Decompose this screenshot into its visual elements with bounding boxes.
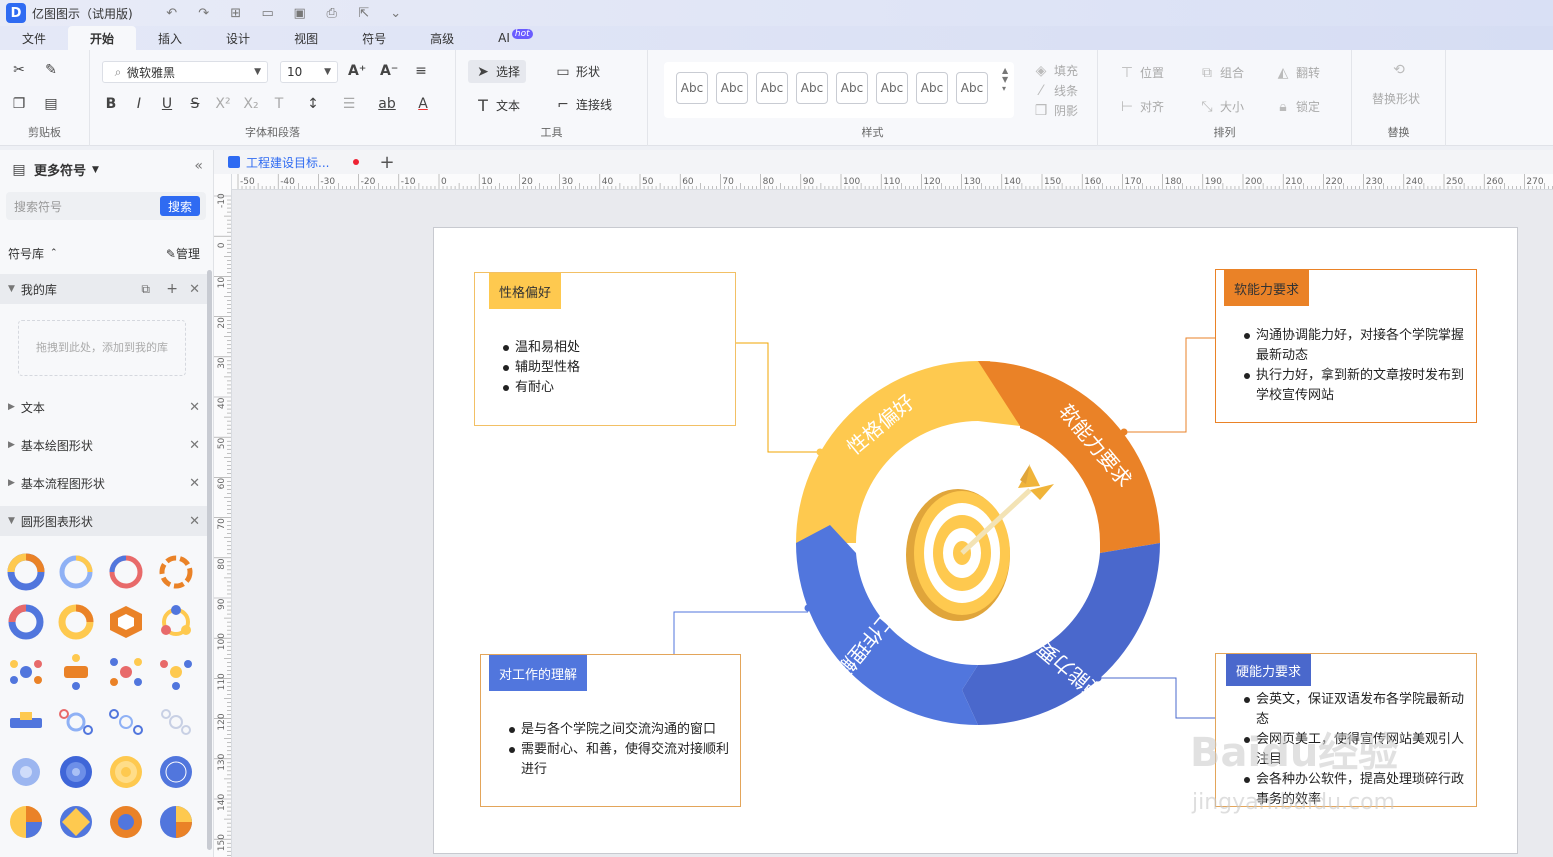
list-item: 执行力好，拿到新的文章按时发布到学校宣传网站: [1244, 366, 1472, 406]
connector-soft[interactable]: [1124, 337, 1215, 433]
list-item: 是与各个学院之间交流沟通的窗口: [509, 720, 731, 740]
box-title: 软能力要求: [1224, 270, 1310, 306]
box-work[interactable]: 对工作的理解 是与各个学院之间交流沟通的窗口 需要耐心、和善，使得交流对接顺利进…: [480, 654, 741, 807]
list-item: 温和易相处: [502, 338, 580, 358]
list-item: 沟通协调能力好，对接各个学院掌握最新动态: [1244, 326, 1472, 366]
connector-hard[interactable]: [1098, 677, 1215, 719]
box-personality[interactable]: 性格偏好 温和易相处 辅助型性格 有耐心: [474, 272, 736, 426]
connector-personality[interactable]: [736, 342, 820, 453]
bullet-list: 温和易相处 辅助型性格 有耐心: [502, 338, 580, 398]
target-icon[interactable]: [906, 464, 1054, 621]
list-item: 辅助型性格: [502, 358, 580, 378]
watermark: Baidu经验: [1190, 730, 1399, 776]
watermark-url: jingyan.baidu.com: [1192, 790, 1396, 815]
bullet-list: 沟通协调能力好，对接各个学院掌握最新动态 执行力好，拿到新的文章按时发布到学校宣…: [1244, 326, 1472, 406]
connector-work[interactable]: [673, 611, 808, 654]
box-title: 性格偏好: [489, 273, 562, 309]
list-item: 有耐心: [502, 378, 580, 398]
list-item: 需要耐心、和善，使得交流对接顺利进行: [509, 740, 731, 780]
box-soft[interactable]: 软能力要求 沟通协调能力好，对接各个学院掌握最新动态 执行力好，拿到新的文章按时…: [1215, 269, 1477, 423]
box-title: 对工作的理解: [489, 655, 588, 691]
box-title: 硬能力要求: [1226, 654, 1312, 686]
segment-soft[interactable]: [978, 361, 1160, 553]
bullet-list: 是与各个学院之间交流沟通的窗口 需要耐心、和善，使得交流对接顺利进行: [509, 720, 731, 780]
